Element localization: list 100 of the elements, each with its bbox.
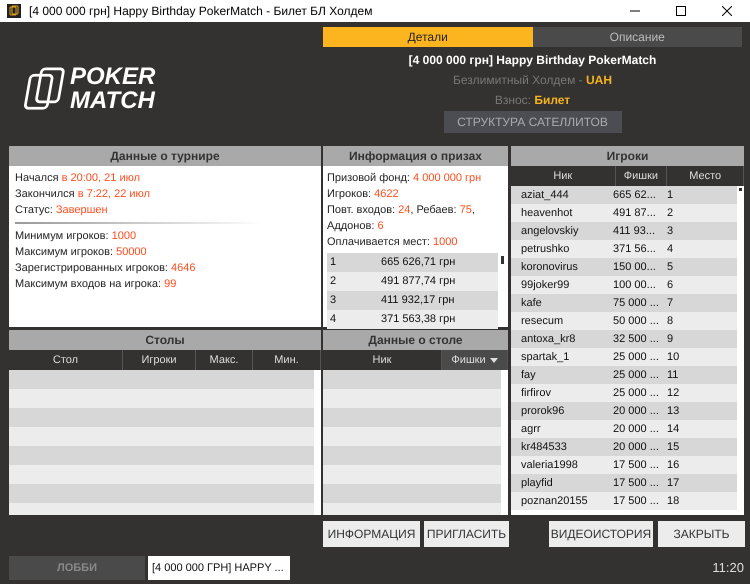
clock: 11:20 [712,559,744,578]
info-line: Максимум входов на игрока: 99 [15,277,178,292]
table-cell-text: 18 [666,494,680,509]
satellites-button[interactable]: СТРУКТУРА САТЕЛЛИТОВ [444,111,622,133]
table-cell-text: kr484533 [520,440,568,455]
table-cell-text: 665 626,71 грн [381,255,456,270]
column-header[interactable]: Фишки [616,166,668,186]
table-cell-text: 15 [666,440,680,455]
table-cell-text: 11 [666,368,678,383]
table-cell-text: 371 563,38 грн [381,312,456,328]
table-cell-text: 8 [666,314,674,329]
table-cell-text: angelovskiy [520,224,580,239]
table-cell-text: 3 [329,293,338,308]
info-line: Призовой фонд: 4 000 000 грн [327,171,482,186]
info-line: Максимум игроков: 50000 [15,245,148,260]
table-cell-text: 20 000 ... [613,440,660,455]
game-type: Безлимитный Холдем - UAH [453,72,612,89]
table-cell-text: 5 [666,260,674,275]
table-cell-text: 1 [666,188,674,203]
entry-fee: Взнос: Билет [494,92,570,109]
tournament-name: [4 000 000 грн] Happy Birthday PokerMatch [408,52,656,69]
table-cell-text: 665 62... [613,188,657,203]
info-line: Минимум игроков: 1000 [15,229,138,244]
close-button[interactable]: ЗАКРЫТЬ [658,521,745,547]
table-cell-text: valeria1998 [520,458,579,473]
window-tab[interactable]: [4 000 000 ГРН] HAPPY ... [148,556,290,580]
panel-title: Информация о призах [323,146,508,166]
table-cell-text: 4 [666,242,674,257]
table-cell-text: 16 [666,458,680,473]
panel-title: Данные о столе [323,330,508,350]
logo-text: MATCH [70,89,156,113]
table-cell-text: fay [520,368,537,383]
table-cell-text: 17 [666,476,680,491]
table-cell-text: 4 [329,312,338,328]
table-cell-text: 25 000 ... [613,368,660,383]
table-cell-text: 150 00... [613,260,657,275]
table-cell-text: 491 87... [613,206,657,221]
panel-title: Столы [9,330,321,350]
table-cell-text: spartak_1 [520,350,570,365]
table-cell-text: 25 000 ... [613,350,660,365]
app-icon [7,4,21,18]
table-cell-text: 17 500 ... [613,494,660,509]
table-cell-text: prorok96 [520,404,566,419]
table-cell-text: 99joker99 [520,278,570,293]
table-cell-text: 10 [666,350,680,365]
table-cell-text: aziat_444 [520,188,570,203]
panel-title: Игроки [511,146,744,166]
info-line: Начался в 20:00, 21 июл [15,171,142,186]
table-cell-text: heavenhot [520,206,574,221]
info-line: Зарегистрированных игроков: 4646 [15,261,197,276]
table-cell-text: 75 000 ... [613,296,660,311]
table-cell-text: antoxa_kr8 [520,332,576,347]
table-cell-text: 491 877,74 грн [381,274,456,290]
table-cell-text: 25 000 ... [613,386,660,401]
info-line: Закончился в 7:22, 22 июл [15,187,151,202]
tab[interactable]: Детали [323,27,532,47]
table-cell-text: 6 [666,278,674,293]
info-line: Повт. входов: 24, Ребаев: 75, [327,203,476,218]
table-cell-text: 50 000 ... [613,314,660,329]
table-cell-text: petrushko [520,242,570,257]
table-cell-text: poznan20155 [520,494,589,509]
table-cell-text: 1 [329,255,338,270]
logo-text: POKER [70,65,156,89]
table-cell-text: kafe [520,296,543,311]
info-line: Оплачивается мест: 1000 [327,235,459,250]
table-cell-text: 12 [666,386,680,401]
table-cell-text: 100 00... [613,278,657,293]
scrollbar[interactable] [501,256,504,264]
table-cell-text: 2 [329,274,338,290]
table-cell-text: playfid [520,476,554,491]
window-title: [4 000 000 грн] Happy Birthday PokerMatch - Билет БЛ Холдем [29,3,372,20]
table-cell-text: 411 93... [613,224,656,239]
video-history-button[interactable]: ВИДЕОИСТОРИЯ [549,521,653,547]
table-cell-text: 411 932,17 грн [381,293,454,308]
table-cell-text: agrr [520,422,542,437]
table-cell-text: 371 56... [613,242,657,257]
scrollbar[interactable] [739,188,742,191]
table-cell-text: 3 [666,224,674,239]
invite-button[interactable]: ПРИГЛАСИТЬ [424,521,509,547]
table-cell-text: 17 500 ... [613,476,660,491]
table-cell-text: 9 [666,332,674,347]
tab[interactable]: Описание [532,27,742,47]
table-cell-text: resecum [520,314,564,329]
info-line: Игроков: 4622 [327,187,400,202]
table-cell-text: 2 [666,206,674,221]
caret-icon [490,358,498,362]
table-cell-text: 20 000 ... [613,404,660,419]
info-line: Аддонов: 6 [327,219,385,234]
table-cell-text: firfirov [520,386,552,401]
table-cell-text: 13 [666,404,680,419]
table-cell-text: 7 [666,296,674,311]
table-cell-text: 17 500 ... [613,458,660,473]
column-header[interactable]: Фишки [442,350,508,370]
table-cell-text: 32 500 ... [613,332,660,347]
info-button[interactable]: ИНФОРМАЦИЯ [323,521,420,547]
table-cell-text: 20 000 ... [613,422,660,437]
panel-title: Данные о турнире [9,146,321,166]
info-line: Статус: Завершен [15,203,109,218]
table-cell-text: 14 [666,422,680,437]
table-cell-text: koronovirus [520,260,579,275]
